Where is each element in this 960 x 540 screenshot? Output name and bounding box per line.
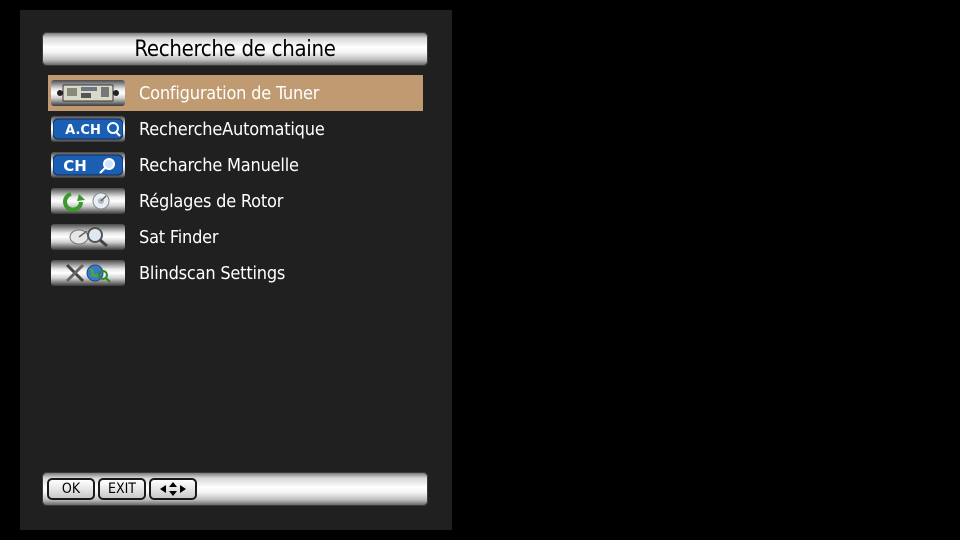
manual-channel-search-icon: CH [51,152,125,178]
menu-item-label: Sat Finder [139,226,219,248]
rotor-dish-icon [51,188,125,214]
menu-item-label: Recharche Manuelle [139,154,299,176]
menu-item-tuner-configuration[interactable]: Configuration de Tuner [48,75,423,111]
tuner-board-icon [51,80,125,106]
channel-search-panel: Recherche de chaine Configuration de Tun… [20,10,452,530]
auto-channel-icon-text: A.CH [65,123,101,138]
menu-item-automatic-search[interactable]: A.CH RechercheAutomatique [48,111,423,147]
page-title: Recherche de chaine [134,37,336,62]
key-hint-bar: OK EXIT [42,472,428,506]
menu-item-rotor-settings[interactable]: Réglages de Rotor [48,183,423,219]
menu-item-label: Configuration de Tuner [139,82,320,104]
menu-item-label: RechercheAutomatique [139,118,325,140]
menu-list: Configuration de Tuner A.CH RechercheAut… [48,75,423,291]
menu-item-manual-search[interactable]: CH Recharche Manuelle [48,147,423,183]
exit-button[interactable]: EXIT [98,478,146,500]
manual-channel-icon-text: CH [63,157,87,175]
arrows-navigation-icon [160,482,186,496]
navigation-keys-button[interactable] [149,478,197,500]
menu-item-label: Blindscan Settings [139,262,286,284]
menu-item-blindscan-settings[interactable]: Blindscan Settings [48,255,423,291]
title-bar: Recherche de chaine [42,32,428,66]
satellite-magnifier-icon [51,224,125,250]
tools-globe-icon [51,260,125,286]
ok-button[interactable]: OK [47,478,95,500]
menu-item-label: Réglages de Rotor [139,190,284,212]
auto-channel-search-icon: A.CH [51,116,125,142]
menu-item-sat-finder[interactable]: Sat Finder [48,219,423,255]
